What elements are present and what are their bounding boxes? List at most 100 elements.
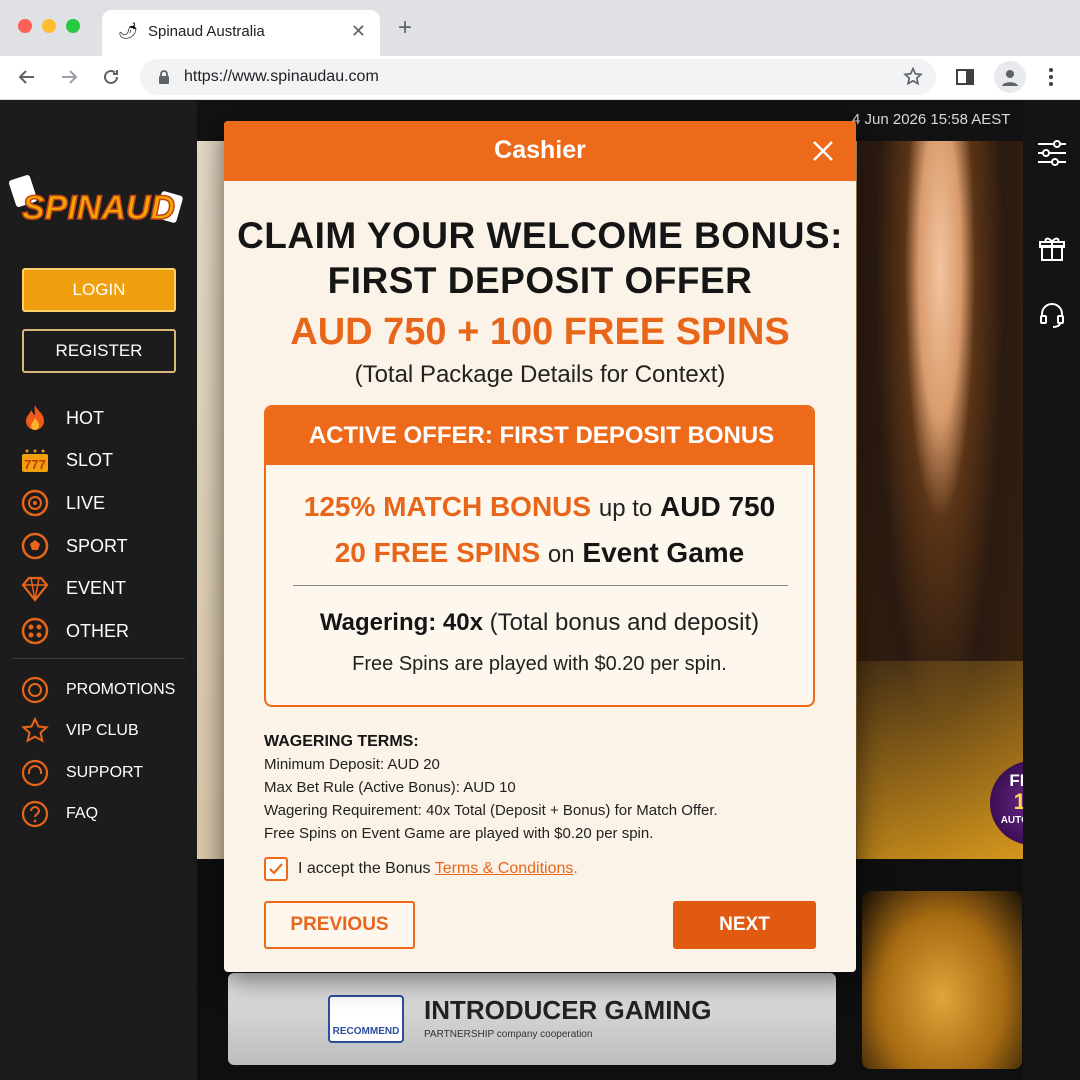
nav-label: OTHER bbox=[66, 620, 129, 641]
banner-title: INTRODUCER GAMING bbox=[424, 995, 712, 1025]
nav-item-sport[interactable]: SPORT bbox=[20, 525, 190, 568]
url-text: https://www.spinaudau.com bbox=[184, 68, 379, 85]
sidebar: SPINAUD LOGIN REGISTER HOT 777 SLOT LIVE… bbox=[0, 101, 197, 1080]
nav-label: EVENT bbox=[66, 578, 127, 599]
nav-label: LIVE bbox=[66, 492, 106, 513]
accept-terms-row: I accept the Bonus Terms & Conditions. bbox=[264, 857, 824, 883]
terms-line: Max Bet Rule (Active Bonus): AUD 10 bbox=[264, 779, 516, 796]
tab-close-icon[interactable]: ✕ bbox=[351, 21, 366, 42]
nav-item-promotions[interactable]: PROMOTIONS bbox=[20, 669, 190, 711]
spin-value-line: Free Spins are played with $0.20 per spi… bbox=[352, 653, 727, 675]
nav-label: VIP CLUB bbox=[66, 722, 139, 740]
nav-item-vip-club[interactable]: VIP CLUB bbox=[20, 711, 190, 753]
svg-text:777: 777 bbox=[24, 457, 46, 472]
svg-text:SPINAUD: SPINAUD bbox=[22, 189, 175, 227]
active-offer-title: ACTIVE OFFER: FIRST DEPOSIT BONUS bbox=[308, 422, 775, 449]
grid-circle-icon bbox=[20, 616, 50, 646]
bonus-subheadline: FIRST DEPOSIT OFFER bbox=[327, 260, 753, 301]
accept-terms-checkbox[interactable] bbox=[264, 857, 288, 881]
support-icon bbox=[20, 758, 50, 788]
introducer-banner[interactable]: RECOMMEND INTRODUCER GAMING PARTNERSHIP … bbox=[228, 973, 836, 1065]
headset-support-icon[interactable] bbox=[1036, 299, 1068, 331]
bonus-package-note: (Total Package Details for Context) bbox=[354, 361, 726, 388]
browser-toolbar: https://www.spinaudau.com bbox=[0, 56, 1080, 100]
nav-label: PROMOTIONS bbox=[66, 680, 176, 698]
wagering-terms-heading: WAGERING TERMS: bbox=[264, 733, 419, 750]
checkmark-icon bbox=[269, 863, 283, 875]
nav-item-live[interactable]: LIVE bbox=[20, 482, 190, 525]
filter-sliders-icon[interactable] bbox=[1036, 137, 1068, 169]
reload-icon[interactable] bbox=[98, 64, 124, 90]
nav-label: HOT bbox=[66, 407, 104, 428]
gift-icon[interactable] bbox=[1036, 233, 1068, 265]
nav-item-other[interactable]: OTHER bbox=[20, 610, 190, 653]
browser-tab[interactable]: 🌶 Spinaud Australia ✕ bbox=[102, 10, 380, 56]
nav-item-event[interactable]: EVENT bbox=[20, 567, 190, 610]
modal-title: Cashier bbox=[494, 136, 586, 164]
lock-icon bbox=[159, 70, 169, 84]
window-close-dot[interactable] bbox=[18, 19, 32, 33]
previous-button[interactable]: PREVIOUS bbox=[264, 901, 415, 949]
info-nav: PROMOTIONS VIP CLUB SUPPORT FAQ bbox=[20, 669, 190, 835]
soccer-ball-icon bbox=[20, 531, 50, 561]
register-button[interactable]: REGISTER bbox=[22, 329, 176, 373]
slot-777-icon: 777 bbox=[20, 446, 50, 476]
tab-title: Spinaud Australia bbox=[148, 23, 265, 40]
modal-close-icon[interactable] bbox=[810, 138, 836, 164]
crown-star-icon bbox=[20, 716, 50, 746]
recommend-badge: RECOMMEND bbox=[328, 995, 404, 1043]
nav-label: SPORT bbox=[66, 535, 128, 556]
bonus-headline: CLAIM YOUR WELCOME BONUS: bbox=[237, 215, 843, 256]
login-button[interactable]: LOGIN bbox=[22, 268, 176, 312]
terms-line: Wagering Requirement: 40x Total (Deposit… bbox=[264, 802, 718, 819]
back-icon[interactable] bbox=[14, 64, 40, 90]
terms-conditions-link[interactable]: Terms & Conditions bbox=[435, 860, 574, 877]
address-bar[interactable]: https://www.spinaudau.com bbox=[140, 59, 936, 95]
banner-subtitle: PARTNERSHIP company cooperation bbox=[424, 1029, 593, 1040]
nav-item-faq[interactable]: FAQ bbox=[20, 794, 190, 836]
page: 4 Jun 2026 15:58 AEST RECOMMEND INTRODUC… bbox=[0, 101, 1080, 1080]
free-spins-count: 20 FREE SPINS bbox=[334, 537, 541, 568]
treasure-chest-image bbox=[862, 891, 1022, 1069]
window-minimize-dot[interactable] bbox=[42, 19, 56, 33]
accept-prefix: I accept the Bonus bbox=[298, 860, 431, 877]
side-panel-icon[interactable] bbox=[952, 64, 978, 90]
accept-terms-label: I accept the Bonus Terms & Conditions. bbox=[298, 860, 578, 878]
match-percentage: 125% MATCH BONUS bbox=[303, 491, 592, 522]
profile-avatar-icon[interactable] bbox=[994, 61, 1026, 93]
nav-label: FAQ bbox=[66, 805, 99, 823]
nav-item-hot[interactable]: HOT bbox=[20, 397, 190, 440]
roulette-icon bbox=[20, 488, 50, 518]
match-amount: AUD 750 bbox=[660, 491, 776, 522]
nav-label: SUPPORT bbox=[66, 763, 144, 781]
modal-header: Cashier bbox=[224, 121, 856, 181]
terms-line: Minimum Deposit: AUD 20 bbox=[264, 756, 440, 773]
game-nav: HOT 777 SLOT LIVE SPORT EVENT OTHER bbox=[20, 397, 190, 653]
spinaud-logo[interactable]: SPINAUD bbox=[8, 173, 190, 231]
nav-label: SLOT bbox=[66, 450, 114, 471]
active-offer-card: ACTIVE OFFER: FIRST DEPOSIT BONUS 125% M… bbox=[264, 405, 815, 707]
accept-suffix: . bbox=[573, 860, 578, 877]
window-maximize-dot[interactable] bbox=[66, 19, 80, 33]
next-button[interactable]: NEXT bbox=[673, 901, 816, 949]
new-tab-icon[interactable]: + bbox=[398, 16, 412, 40]
nav-item-support[interactable]: SUPPORT bbox=[20, 752, 190, 794]
bookmark-star-icon[interactable] bbox=[902, 66, 924, 88]
terms-line: Free Spins on Event Game are played with… bbox=[264, 825, 654, 842]
right-rail bbox=[1023, 101, 1080, 1080]
wagering-terms: WAGERING TERMS: Minimum Deposit: AUD 20 … bbox=[264, 733, 824, 848]
free-spins-game: Event Game bbox=[582, 537, 745, 568]
flame-icon bbox=[20, 403, 50, 433]
forward-icon[interactable] bbox=[56, 64, 82, 90]
active-offer-header: ACTIVE OFFER: FIRST DEPOSIT BONUS bbox=[266, 407, 813, 465]
favicon-icon: 🌶 bbox=[118, 23, 139, 40]
promo-icon bbox=[20, 675, 50, 705]
match-bonus-line: 125% MATCH BONUS up to AUD 750 bbox=[266, 491, 813, 523]
bonus-package-amount: AUD 750 + 100 FREE SPINS bbox=[290, 311, 790, 353]
sidebar-divider bbox=[12, 658, 185, 659]
hero-gold-coins bbox=[857, 661, 1023, 859]
nav-item-slot[interactable]: 777 SLOT bbox=[20, 440, 190, 483]
free-spins-on: on bbox=[547, 541, 575, 568]
cashier-modal: Cashier CLAIM YOUR WELCOME BONUS: FIRST … bbox=[224, 121, 856, 972]
menu-kebab-icon[interactable] bbox=[1038, 64, 1064, 90]
